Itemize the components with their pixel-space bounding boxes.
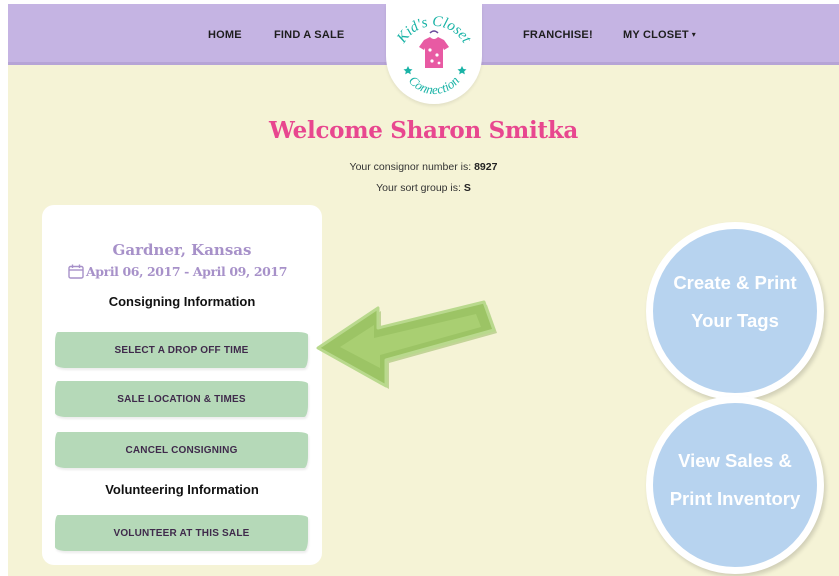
sort-group-label: Your sort group is: — [376, 182, 461, 194]
nav-my-closet-label: MY CLOSET — [623, 29, 689, 41]
left-arrow-icon — [316, 300, 497, 389]
sort-group-line: Your sort group is: S — [8, 182, 839, 194]
volunteer-at-sale-button[interactable]: VOLUNTEER AT THIS SALE — [55, 515, 308, 551]
sale-location-times-button[interactable]: SALE LOCATION & TIMES — [55, 381, 308, 417]
create-print-tags-button[interactable]: Create & Print Your Tags — [646, 222, 824, 400]
star-icon — [457, 66, 467, 75]
sale-city: Gardner, Kansas — [112, 241, 252, 259]
view-sales-line1: View Sales & — [678, 450, 792, 471]
svg-text:Connection: Connection — [406, 73, 462, 97]
star-icon — [403, 66, 413, 75]
nav-home-link[interactable]: HOME — [208, 29, 242, 41]
volunteering-heading: Volunteering Information — [105, 482, 259, 497]
create-print-tags-line2: Your Tags — [691, 310, 779, 331]
nav-franchise-link[interactable]: FRANCHISE! — [523, 29, 593, 41]
sale-dates-text: April 06, 2017 - April 09, 2017 — [86, 264, 288, 279]
consignor-number-label: Your consignor number is: — [349, 161, 472, 173]
tshirt-icon — [419, 30, 449, 68]
logo-graphic: Kid's Closet Connection — [394, 14, 475, 97]
sale-dates: April 06, 2017 - April 09, 2017 — [68, 264, 287, 279]
consigning-heading: Consigning Information — [108, 294, 256, 309]
site-logo[interactable]: Kid's Closet Connection — [386, 4, 482, 104]
top-navbar: HOME FIND A SALE FRANCHISE! MY CLOSET ▾ K… — [8, 4, 839, 104]
nav-find-sale-link[interactable]: FIND A SALE — [274, 29, 344, 41]
consignor-number-value: 8927 — [474, 161, 498, 173]
create-print-tags-line1: Create & Print — [673, 272, 797, 293]
nav-my-closet-menu[interactable]: MY CLOSET ▾ — [623, 29, 696, 41]
view-sales-line2: Print Inventory — [669, 488, 801, 509]
welcome-title: Welcome Sharon Smitka — [269, 117, 578, 144]
chevron-down-icon: ▾ — [691, 30, 696, 39]
logo-text-bottom: Connection — [406, 73, 462, 97]
page: HOME FIND A SALE FRANCHISE! MY CLOSET ▾ K… — [8, 4, 839, 576]
view-sales-print-inventory-button[interactable]: View Sales & Print Inventory — [646, 396, 824, 574]
sort-group-value: S — [463, 182, 471, 194]
cancel-consigning-button[interactable]: CANCEL CONSIGNING — [55, 432, 308, 468]
calendar-icon — [68, 264, 84, 279]
select-drop-off-time-button[interactable]: SELECT A DROP OFF TIME — [55, 332, 308, 368]
consignor-number-line: Your consignor number is: 8927 — [8, 161, 839, 173]
sale-card: Gardner, Kansas April 06, 2017 - April 0… — [42, 205, 322, 565]
